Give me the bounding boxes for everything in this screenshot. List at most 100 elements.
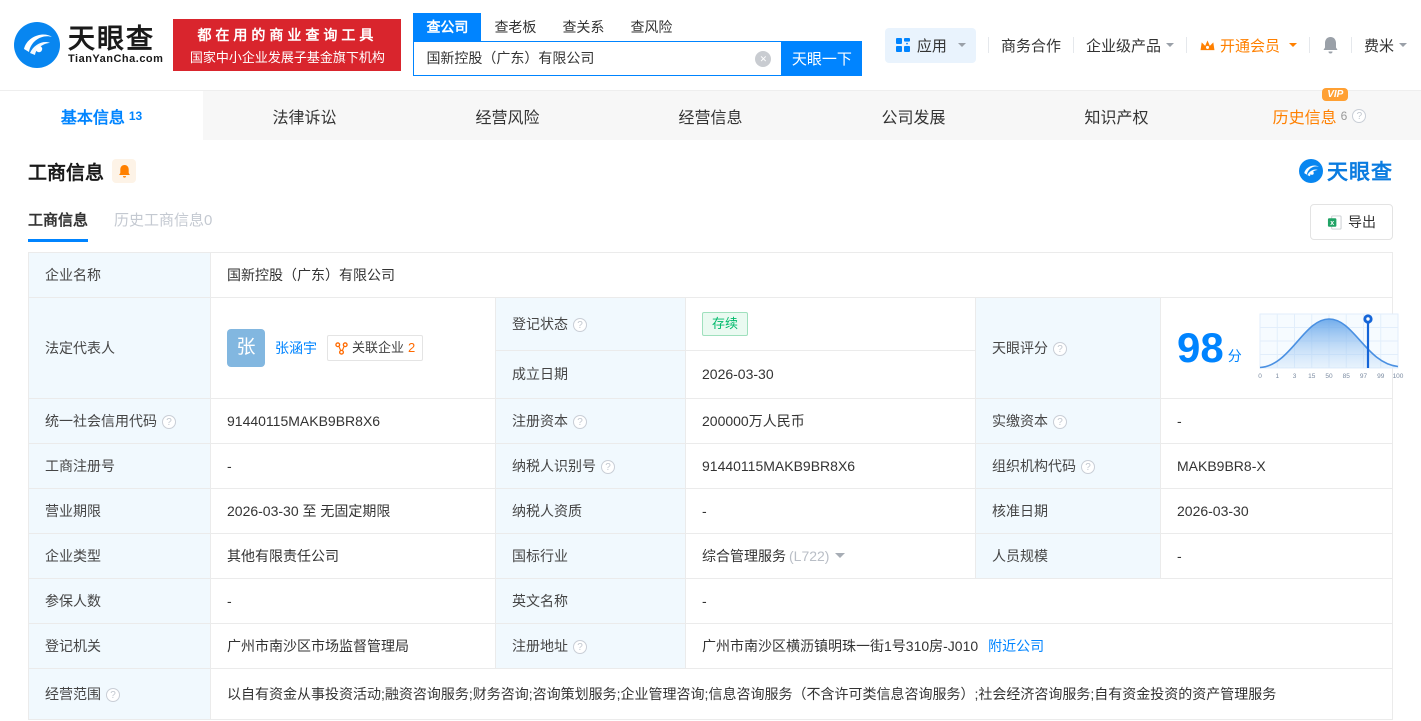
menu-cooperation[interactable]: 商务合作 <box>1001 35 1061 56</box>
tab-history-info[interactable]: VIP 历史信息 6 <box>1218 87 1421 140</box>
help-icon[interactable] <box>573 640 587 654</box>
tab-operating-info[interactable]: 经营信息 <box>609 91 812 140</box>
insured-count-value: - <box>210 578 496 624</box>
reg-number-value: - <box>210 443 496 489</box>
divider <box>1072 37 1074 53</box>
promo-banner[interactable]: 都在用的商业查询工具 国家中小企业发展子基金旗下机构 <box>173 19 402 71</box>
svg-text:97: 97 <box>1360 373 1368 380</box>
chevron-down-icon[interactable] <box>835 553 846 563</box>
legal-rep-link[interactable]: 张涵宇 <box>275 338 317 358</box>
export-button[interactable]: x 导出 <box>1310 204 1393 240</box>
brand-logo[interactable]: 天眼查 TianYanCha.com <box>14 22 163 68</box>
svg-text:50: 50 <box>1325 373 1333 380</box>
enterprise-label: 企业级产品 <box>1085 37 1161 55</box>
tab-count: 13 <box>128 108 143 123</box>
legal-rep-cell: 张 张涵宇 关联企业 2 <box>210 297 496 399</box>
notification-bell-icon[interactable] <box>1322 36 1339 55</box>
table-row: 营业期限 2026-03-30 至 无固定期限 纳税人资质 - 核准日期 202… <box>28 488 1393 534</box>
paid-capital-value: - <box>1160 398 1393 444</box>
section-title: 工商信息 <box>28 162 105 184</box>
subtab-business-info[interactable]: 工商信息 <box>28 209 89 242</box>
search-tab-company[interactable]: 查公司 <box>413 12 482 41</box>
field-label: 工商注册号 <box>28 443 211 489</box>
search-button[interactable]: 天眼一下 <box>781 40 863 76</box>
help-icon[interactable] <box>1053 415 1067 429</box>
table-row: 企业名称 国新控股（广东）有限公司 <box>28 252 1393 298</box>
table-row: 经营范围 以自有资金从事投资活动;融资咨询服务;财务咨询;咨询策划服务;企业管理… <box>28 668 1393 720</box>
field-label: 天眼评分 <box>975 297 1161 399</box>
tab-basic-info[interactable]: 基本信息 13 <box>0 91 203 140</box>
tab-label: 历史信息 <box>1272 109 1337 127</box>
subtab-history-business-info[interactable]: 历史工商信息0 <box>114 209 212 242</box>
svg-text:100: 100 <box>1392 373 1403 380</box>
company-nav-tabs: 基本信息 13 法律诉讼 经营风险 经营信息 公司发展 知识产权 VIP 历史信… <box>0 87 1421 140</box>
help-icon[interactable] <box>601 460 615 474</box>
avatar[interactable]: 张 <box>227 329 265 367</box>
menu-vip[interactable]: 开通会员 <box>1199 35 1297 56</box>
reg-address-value: 广州市南沙区横沥镇明珠一街1号310房-J010 附近公司 <box>685 623 1393 669</box>
tianyancha-logo-icon <box>1299 159 1323 183</box>
field-label: 经营范围 <box>28 668 211 720</box>
field-label: 国标行业 <box>495 533 686 579</box>
reg-status-value: 存续 <box>685 297 976 351</box>
industry-value: 综合管理服务 (L722) <box>685 533 976 579</box>
tab-intellectual-property[interactable]: 知识产权 <box>1015 91 1218 140</box>
search-tab-risk[interactable]: 查风险 <box>617 13 685 41</box>
tab-legal-proceedings[interactable]: 法律诉讼 <box>203 91 406 140</box>
apps-menu[interactable]: 应用 <box>884 27 976 63</box>
tab-operating-risk[interactable]: 经营风险 <box>406 91 609 140</box>
business-info-table: 企业名称 国新控股（广东）有限公司 法定代表人 张 张涵宇 关联企业 2 登记状… <box>28 252 1404 720</box>
score-value: 98 <box>1177 324 1224 371</box>
table-row: 统一社会信用代码 91440115MAKB9BR8X6 注册资本 200000万… <box>28 398 1393 444</box>
subtabs-row: 工商信息 历史工商信息0 x 导出 <box>28 204 1393 246</box>
search-tabs: 查公司 查老板 查关系 查风险 <box>413 12 862 41</box>
tab-label: 知识产权 <box>1084 109 1149 127</box>
apps-grid-icon <box>895 38 910 52</box>
field-label: 纳税人识别号 <box>495 443 686 489</box>
help-icon[interactable] <box>1081 460 1095 474</box>
help-icon[interactable] <box>162 415 176 429</box>
subscribe-bell-icon[interactable] <box>112 159 137 183</box>
field-label: 企业类型 <box>28 533 211 579</box>
search-tab-boss[interactable]: 查老板 <box>481 13 549 41</box>
field-label: 营业期限 <box>28 488 211 534</box>
nearby-companies-link[interactable]: 附近公司 <box>988 638 1044 654</box>
help-icon[interactable] <box>573 317 587 332</box>
clear-icon[interactable] <box>755 50 772 67</box>
menu-enterprise[interactable]: 企业级产品 <box>1086 35 1174 56</box>
field-label: 登记机关 <box>28 623 211 669</box>
user-menu[interactable]: 费米 <box>1364 35 1407 56</box>
tab-label: 法律诉讼 <box>272 109 337 127</box>
tab-label: 公司发展 <box>881 109 946 127</box>
chevron-down-icon <box>1288 43 1297 51</box>
table-row: 法定代表人 张 张涵宇 关联企业 2 登记状态? 存续 天眼评分? 98 分 0… <box>28 297 1404 399</box>
search-input[interactable] <box>413 40 782 76</box>
reg-capital-value: 200000万人民币 <box>685 398 976 444</box>
english-name-value: - <box>685 578 1393 624</box>
help-icon[interactable] <box>106 688 120 702</box>
header: 天眼查 TianYanCha.com 都在用的商业查询工具 国家中小企业发展子基… <box>0 0 1421 90</box>
promo-line1: 都在用的商业查询工具 <box>197 26 378 43</box>
table-row: 工商注册号 - 纳税人识别号 91440115MAKB9BR8X6 组织机构代码… <box>28 443 1393 489</box>
tab-company-development[interactable]: 公司发展 <box>812 91 1015 140</box>
taxpayer-id-value: 91440115MAKB9BR8X6 <box>685 443 976 489</box>
tianyancha-logo-icon <box>14 22 60 68</box>
field-label: 参保人数 <box>28 578 211 624</box>
chevron-down-icon <box>1399 43 1407 51</box>
search-tab-relation[interactable]: 查关系 <box>549 13 617 41</box>
related-count: 2 <box>408 340 416 355</box>
related-label: 关联企业 <box>352 340 405 355</box>
table-row: 登记机关 广州市南沙区市场监督管理局 注册地址 广州市南沙区横沥镇明珠一街1号3… <box>28 623 1393 669</box>
field-label: 组织机构代码 <box>975 443 1161 489</box>
help-icon[interactable] <box>1053 342 1067 356</box>
divider <box>1308 37 1310 53</box>
chevron-down-icon <box>1165 43 1174 51</box>
brand-text: 天眼查 TianYanCha.com <box>68 25 163 65</box>
help-icon[interactable] <box>1352 108 1367 123</box>
help-icon[interactable] <box>573 415 587 429</box>
tab-label: 经营风险 <box>475 109 540 127</box>
related-companies-badge[interactable]: 关联企业 2 <box>327 335 424 361</box>
export-label: 导出 <box>1348 214 1376 230</box>
field-label: 法定代表人 <box>28 297 211 399</box>
svg-text:15: 15 <box>1308 373 1316 380</box>
